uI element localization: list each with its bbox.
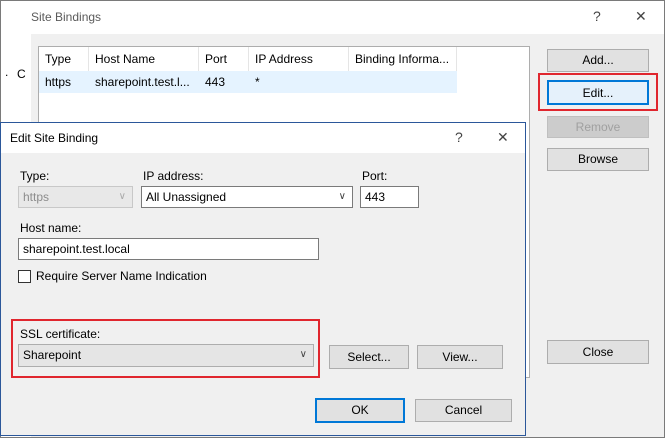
remove-button[interactable]: Remove xyxy=(547,116,649,138)
view-button[interactable]: View... xyxy=(417,345,503,369)
select-button[interactable]: Select... xyxy=(329,345,409,369)
cell-type: https xyxy=(45,75,72,89)
background-text-dot: . xyxy=(5,65,9,79)
dialog-help-icon[interactable]: ? xyxy=(455,129,463,145)
dialog-title: Edit Site Binding xyxy=(10,131,99,145)
help-icon[interactable]: ? xyxy=(593,8,601,24)
port-label: Port: xyxy=(362,169,388,183)
type-value: https xyxy=(23,190,50,204)
type-label: Type: xyxy=(20,169,50,183)
sni-checkbox[interactable] xyxy=(18,270,31,283)
background-text-c: C xyxy=(17,67,26,81)
edit-button[interactable]: Edit... xyxy=(547,80,649,105)
cell-host-name: sharepoint.test.l... xyxy=(95,75,190,89)
site-bindings-title: Site Bindings xyxy=(31,10,102,24)
cancel-button[interactable]: Cancel xyxy=(415,399,512,422)
column-header-port[interactable]: Port xyxy=(199,47,249,71)
ip-address-value: All Unassigned xyxy=(146,190,227,204)
dialog-close-icon[interactable]: ✕ xyxy=(497,129,509,146)
ssl-certificate-value: Sharepoint xyxy=(23,348,82,362)
host-name-label: Host name: xyxy=(20,221,82,235)
cell-port: 443 xyxy=(205,75,226,89)
column-header-host-name[interactable]: Host Name xyxy=(89,47,199,71)
ssl-certificate-label: SSL certificate: xyxy=(20,327,101,341)
ok-button[interactable]: OK xyxy=(315,398,405,423)
port-field[interactable]: 443 xyxy=(360,186,419,208)
ip-address-select[interactable]: All Unassigned ∨ xyxy=(141,186,353,208)
ssl-certificate-select[interactable]: Sharepoint ∨ xyxy=(18,344,314,367)
type-select: https ∨ xyxy=(18,186,133,208)
sni-label: Require Server Name Indication xyxy=(36,269,207,283)
chevron-down-icon: ∨ xyxy=(338,191,346,202)
close-icon[interactable]: ✕ xyxy=(635,8,647,25)
browse-button[interactable]: Browse xyxy=(547,148,649,171)
column-header-binding-info[interactable]: Binding Informa... xyxy=(349,47,457,71)
close-button[interactable]: Close xyxy=(547,340,649,364)
host-name-field[interactable]: sharepoint.test.local xyxy=(18,238,319,260)
column-header-ip-address[interactable]: IP Address xyxy=(249,47,349,71)
chevron-down-icon: ∨ xyxy=(118,191,126,202)
cell-ip-address: * xyxy=(255,75,260,89)
edit-site-binding-dialog: Edit Site Binding ? ✕ Type: https ∨ IP a… xyxy=(0,122,526,436)
chevron-down-icon: ∨ xyxy=(299,349,307,360)
column-header-type[interactable]: Type xyxy=(39,47,89,71)
ip-address-label: IP address: xyxy=(143,169,204,183)
add-button[interactable]: Add... xyxy=(547,49,649,72)
